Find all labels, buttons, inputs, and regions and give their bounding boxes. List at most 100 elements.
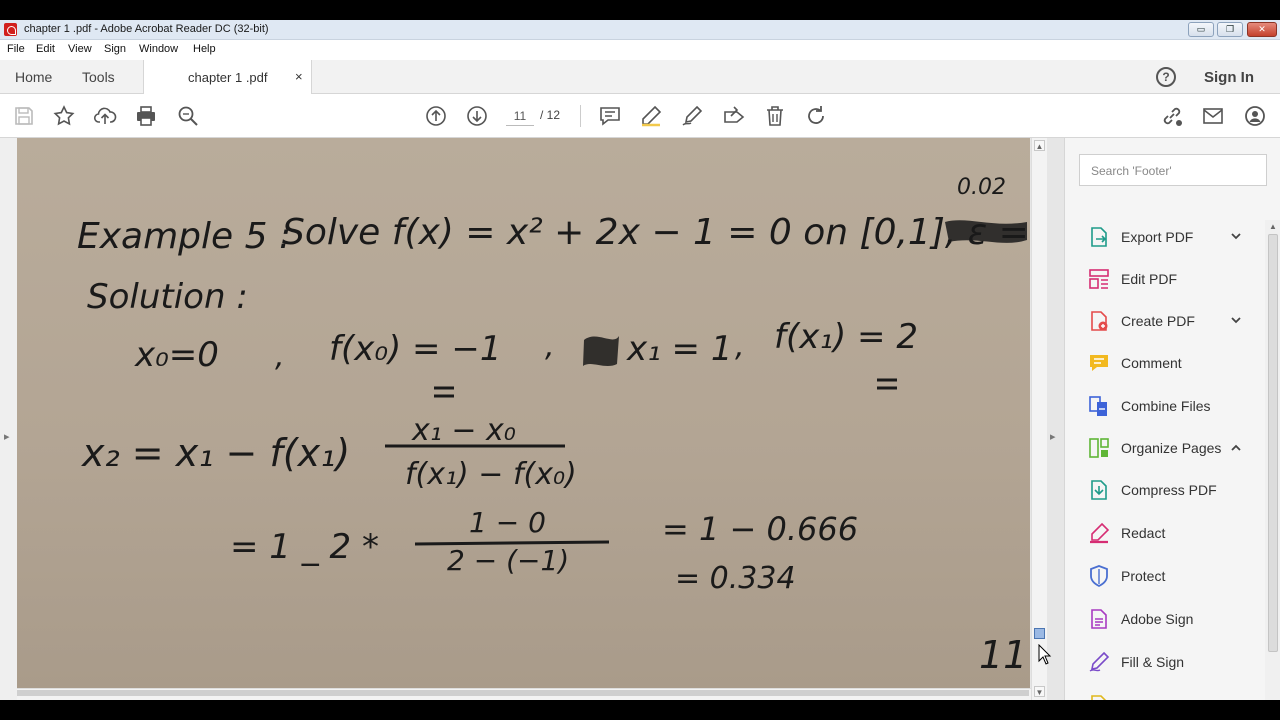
cloud-upload-icon[interactable] xyxy=(93,104,117,128)
menu-edit[interactable]: Edit xyxy=(36,43,55,55)
toolbar-divider xyxy=(580,105,581,127)
scroll-up-icon[interactable]: ▲ xyxy=(1034,140,1045,151)
left-margin xyxy=(0,138,17,700)
tool-adobe-sign[interactable]: Adobe Sign xyxy=(1087,604,1263,634)
tool-combine-files[interactable]: Combine Files xyxy=(1087,391,1263,421)
x0-value: x₀=0 xyxy=(134,335,219,375)
tool-fill-sign[interactable]: Fill & Sign xyxy=(1087,647,1263,677)
highlight-pen-icon[interactable] xyxy=(639,104,663,128)
menu-view[interactable]: View xyxy=(68,43,92,55)
panel-scroll-up-icon[interactable]: ▲ xyxy=(1269,222,1277,231)
fill-sign-tag-icon[interactable] xyxy=(722,104,746,128)
handwritten-math: Example 5 : Solve f(x) = x² + 2x − 1 = 0… xyxy=(77,175,1029,677)
close-window-button[interactable]: ✕ xyxy=(1247,22,1277,37)
page-number-mark: 11 xyxy=(979,633,1027,677)
bookmark-star-icon[interactable] xyxy=(52,104,76,128)
close-tab-icon[interactable]: × xyxy=(295,69,303,84)
tool-create-pdf[interactable]: Create PDF xyxy=(1087,306,1263,336)
previous-page-icon[interactable] xyxy=(424,104,448,128)
sign-in-button[interactable]: Sign In xyxy=(1204,69,1254,86)
underline-double-2 xyxy=(877,378,897,390)
protect-icon xyxy=(1087,564,1111,588)
scroll-thumb[interactable] xyxy=(1034,628,1045,639)
tool-label: Fill & Sign xyxy=(1121,654,1185,670)
comment-icon[interactable] xyxy=(598,104,622,128)
save-icon[interactable] xyxy=(12,104,36,128)
chevron-down-icon[interactable] xyxy=(1230,313,1242,325)
underline-double-1 xyxy=(434,386,454,398)
solution-heading: Solution : xyxy=(87,277,248,317)
tool-protect[interactable]: Protect xyxy=(1087,561,1263,591)
substitution-denominator: 2 − (−1) xyxy=(447,544,569,577)
left-panel-toggle-icon[interactable]: ▸ xyxy=(4,430,10,443)
fx1-value: f(x₁) = 2 xyxy=(774,317,918,357)
tool-edit-pdf[interactable]: Edit PDF xyxy=(1087,264,1263,294)
tool-export-pdf[interactable]: Export PDF xyxy=(1087,222,1263,252)
page-total: / 12 xyxy=(540,108,561,122)
tool-send-for-comment[interactable]: Send for Comme... xyxy=(1087,690,1263,700)
tool-label: Edit PDF xyxy=(1121,271,1178,287)
rotate-icon[interactable] xyxy=(804,104,828,128)
tool-label: Comment xyxy=(1121,355,1182,371)
title-bar: chapter 1 .pdf - Adobe Acrobat Reader DC… xyxy=(0,20,1280,40)
window-title: chapter 1 .pdf - Adobe Acrobat Reader DC… xyxy=(24,23,269,35)
horizontal-scrollbar[interactable] xyxy=(17,688,1031,700)
horizontal-scroll-thumb[interactable] xyxy=(17,690,1029,696)
help-icon[interactable]: ? xyxy=(1156,67,1176,87)
epsilon-value: 0.02 xyxy=(957,175,1006,200)
tool-label: Organize Pages xyxy=(1121,440,1222,456)
x1-value: x₁ = 1 xyxy=(626,329,733,369)
zoom-search-icon[interactable] xyxy=(176,104,200,128)
pdf-page[interactable]: Example 5 : Solve f(x) = x² + 2x − 1 = 0… xyxy=(17,138,1030,688)
send-for-comment-icon xyxy=(1087,693,1111,700)
tool-comment[interactable]: Comment xyxy=(1087,348,1263,378)
menu-window[interactable]: Window xyxy=(139,43,178,55)
next-page-icon[interactable] xyxy=(465,104,489,128)
comma-3: , xyxy=(735,329,745,364)
menu-help[interactable]: Help xyxy=(193,43,216,55)
secant-formula-lhs: x₂ = x₁ − f(x₁) xyxy=(81,431,350,475)
document-viewer: ▸ Example 5 : Solve f(x) = x² + 2x − 1 =… xyxy=(0,138,1064,700)
substitution-numerator: 1 − 0 xyxy=(469,506,546,539)
tool-label: Adobe Sign xyxy=(1121,611,1194,627)
tab-tools[interactable]: Tools xyxy=(82,69,115,85)
result-step-2: = 0.334 xyxy=(675,561,796,596)
menu-bar: File Edit View Sign Window Help xyxy=(0,40,1280,60)
page-number-input[interactable]: 11 xyxy=(506,106,534,126)
redact-icon xyxy=(1087,521,1111,545)
tool-compress-pdf[interactable]: Compress PDF xyxy=(1087,475,1263,505)
substitution-lhs: = 1 _ 2 * xyxy=(230,527,379,567)
panel-scroll-thumb[interactable] xyxy=(1268,234,1278,652)
mouse-cursor-icon xyxy=(1038,644,1052,665)
email-icon[interactable] xyxy=(1201,104,1225,128)
draw-sign-icon[interactable] xyxy=(680,104,704,128)
menu-file[interactable]: File xyxy=(7,43,25,55)
tool-organize-pages[interactable]: Organize Pages xyxy=(1087,433,1263,463)
tool-label: Combine Files xyxy=(1121,398,1211,414)
tool-label: Create PDF xyxy=(1121,313,1195,329)
adobe-sign-icon xyxy=(1087,607,1111,631)
substitution-fraction-bar xyxy=(414,540,610,546)
share-link-icon[interactable] xyxy=(1160,104,1184,128)
maximize-button[interactable]: ❐ xyxy=(1217,22,1243,37)
result-step-1: = 1 − 0.666 xyxy=(662,510,858,548)
account-icon[interactable] xyxy=(1243,104,1267,128)
tool-redact[interactable]: Redact xyxy=(1087,518,1263,548)
secant-fraction-denominator: f(x₁) − f(x₀) xyxy=(405,457,577,492)
chevron-down-icon[interactable] xyxy=(1230,229,1242,241)
print-icon[interactable] xyxy=(134,104,158,128)
vertical-scrollbar[interactable]: ▲ ▼ xyxy=(1031,138,1047,700)
tools-search-input[interactable]: Search 'Footer' xyxy=(1079,154,1267,186)
chevron-up-icon[interactable] xyxy=(1230,440,1242,452)
minimize-button[interactable]: ▭ xyxy=(1188,22,1214,37)
tab-document[interactable]: chapter 1 .pdf × xyxy=(143,60,312,94)
secant-fraction-numerator: x₁ − x₀ xyxy=(411,413,516,448)
create-pdf-icon xyxy=(1087,309,1111,333)
tab-home[interactable]: Home xyxy=(15,69,52,85)
tools-panel-scrollbar[interactable]: ▲ xyxy=(1265,220,1280,700)
scroll-down-icon[interactable]: ▼ xyxy=(1034,686,1045,697)
right-panel-toggle-icon[interactable]: ▸ xyxy=(1050,430,1056,443)
menu-sign[interactable]: Sign xyxy=(104,43,126,55)
delete-trash-icon[interactable] xyxy=(763,104,787,128)
acrobat-window: chapter 1 .pdf - Adobe Acrobat Reader DC… xyxy=(0,20,1280,700)
